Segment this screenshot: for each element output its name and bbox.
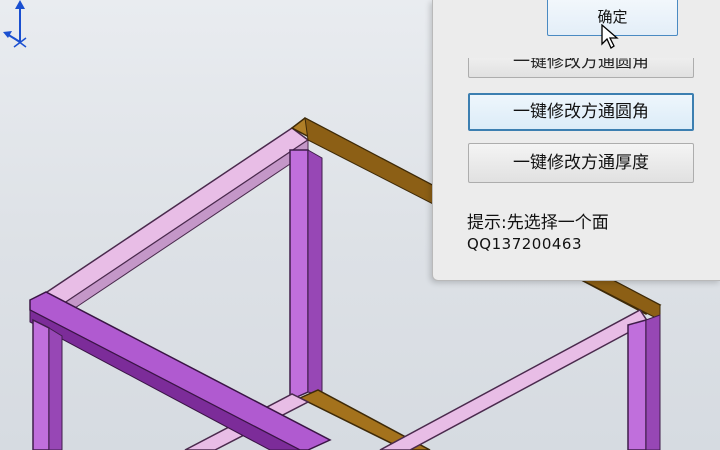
axis-triad-icon: [3, 0, 27, 48]
hint-text: 提示:先选择一个面: [467, 213, 609, 233]
partially-hidden-button[interactable]: 一键修改方通圆角: [468, 58, 694, 78]
right-front-post[interactable]: [627, 319, 647, 450]
macro-tool-dialog: 确定 一键修改方通圆角 一键修改方通圆角 一键修改方通厚度 提示:先选择一个面 …: [432, 0, 720, 281]
mouse-cursor-icon: [601, 24, 619, 49]
contact-qq-text: QQ137200463: [467, 235, 583, 253]
back-corner-post[interactable]: [289, 149, 309, 402]
front-left-top-beam[interactable]: [29, 291, 332, 450]
modify-tube-fillet-button[interactable]: 一键修改方通圆角: [468, 93, 694, 131]
modify-tube-thickness-button[interactable]: 一键修改方通厚度: [468, 143, 694, 183]
left-front-post[interactable]: [32, 318, 50, 450]
back-left-top-beam[interactable]: [36, 127, 310, 311]
front-right-top-beam[interactable]: [379, 309, 650, 450]
